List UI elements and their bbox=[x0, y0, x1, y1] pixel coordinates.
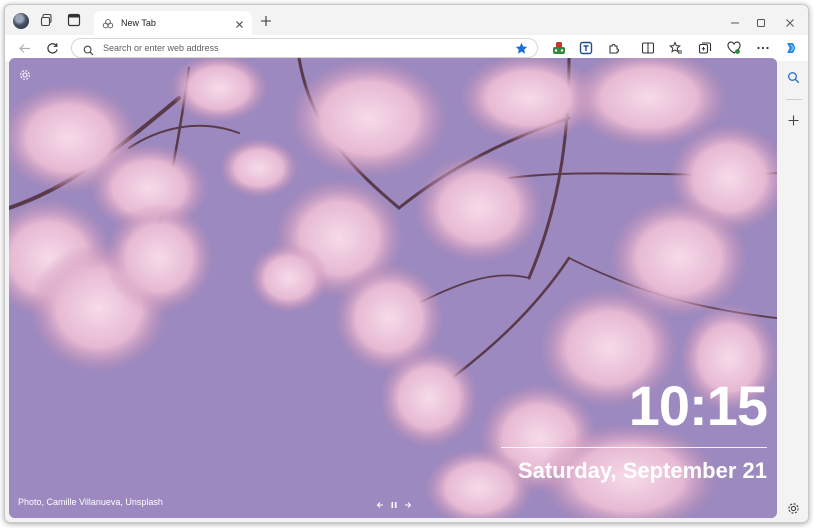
clock-date: Saturday, September 21 bbox=[517, 458, 767, 483]
favorites-icon[interactable] bbox=[669, 41, 683, 55]
back-arrow-icon[interactable] bbox=[18, 42, 31, 55]
add-icon[interactable] bbox=[787, 114, 800, 127]
collections-icon[interactable] bbox=[698, 41, 712, 55]
page-settings-icon[interactable] bbox=[19, 68, 31, 80]
tab-title: New Tab bbox=[121, 18, 156, 28]
next-photo-icon[interactable] bbox=[404, 497, 412, 508]
search-icon[interactable] bbox=[787, 71, 800, 84]
copilot-icon[interactable] bbox=[784, 41, 798, 55]
browser-essentials-icon[interactable] bbox=[727, 41, 741, 55]
maximize-icon[interactable] bbox=[756, 15, 766, 27]
split-screen-icon[interactable] bbox=[641, 41, 655, 55]
extension-game-icon[interactable] bbox=[552, 41, 566, 55]
photo-navigation bbox=[376, 496, 412, 508]
search-icon bbox=[83, 43, 94, 56]
workspaces-icon[interactable] bbox=[40, 13, 54, 27]
tab-strip: New Tab bbox=[5, 5, 808, 36]
new-tab-button[interactable] bbox=[260, 14, 272, 26]
new-tab-page: 10:15 Saturday, September 21 Photo, Cami… bbox=[9, 58, 777, 518]
more-icon[interactable] bbox=[756, 41, 770, 55]
browser-window: New Tab Search or enter web address 10:1… bbox=[4, 4, 809, 523]
sidebar-divider bbox=[786, 99, 802, 100]
refresh-icon[interactable] bbox=[46, 42, 59, 55]
favorite-star-icon[interactable] bbox=[515, 42, 528, 55]
settings-icon[interactable] bbox=[787, 502, 800, 515]
close-tab-icon[interactable] bbox=[234, 17, 245, 28]
clock-time: 10:15 bbox=[628, 374, 768, 437]
address-placeholder: Search or enter web address bbox=[103, 43, 219, 53]
vertical-tabs-icon[interactable] bbox=[67, 13, 81, 27]
edge-newtab-icon bbox=[102, 17, 114, 29]
background-photo bbox=[9, 58, 777, 518]
close-window-icon[interactable] bbox=[785, 15, 795, 27]
photo-credit[interactable]: Photo, Camille Villanueva, Unsplash bbox=[18, 497, 163, 507]
sidebar bbox=[778, 61, 808, 522]
profile-avatar[interactable] bbox=[13, 13, 29, 29]
address-bar[interactable]: Search or enter web address bbox=[71, 38, 538, 58]
previous-photo-icon[interactable] bbox=[376, 497, 384, 508]
minimize-icon[interactable] bbox=[730, 15, 740, 25]
tab-new-tab[interactable]: New Tab bbox=[94, 11, 252, 36]
pause-photo-icon[interactable] bbox=[390, 497, 398, 508]
extension-tab-icon[interactable] bbox=[579, 41, 593, 55]
clock-divider bbox=[501, 447, 767, 448]
extensions-icon[interactable] bbox=[607, 41, 621, 55]
